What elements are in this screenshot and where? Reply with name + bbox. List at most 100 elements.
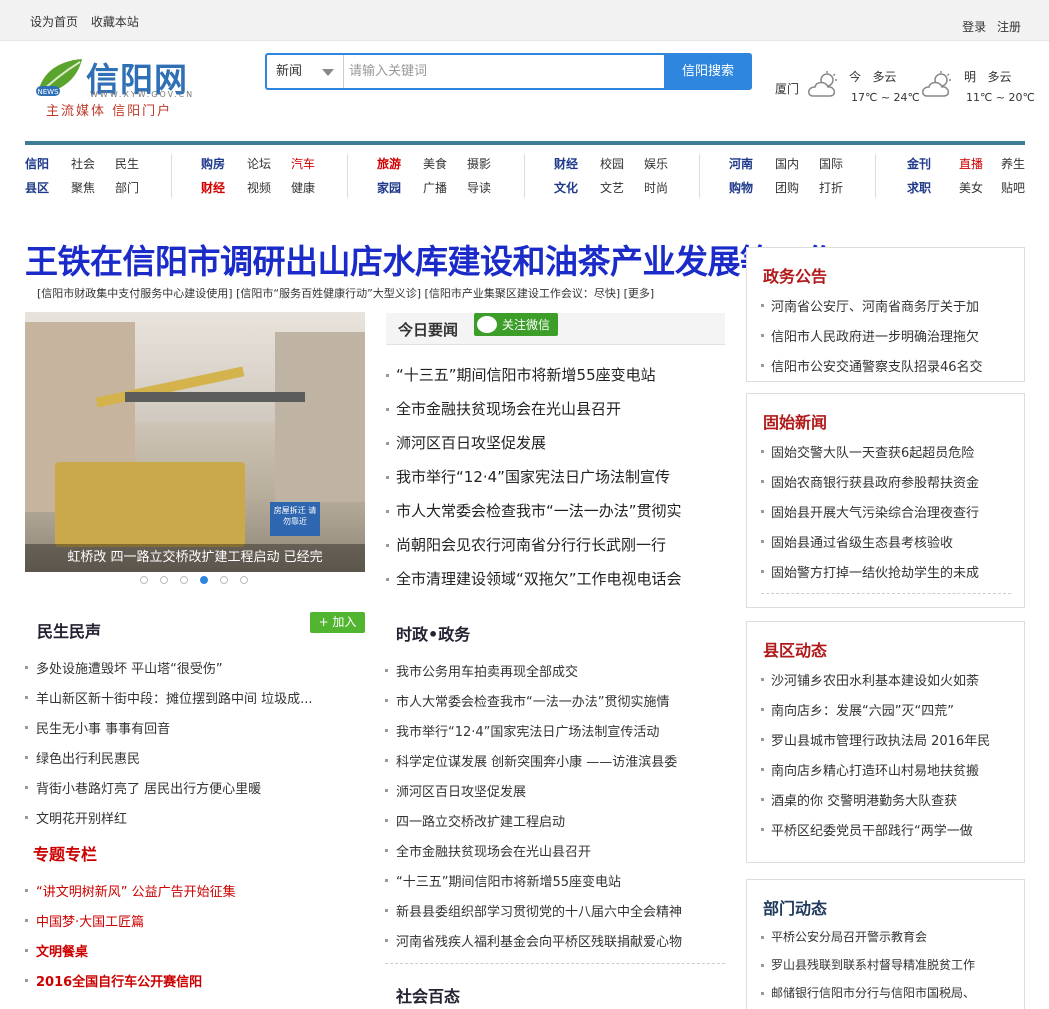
nav-link[interactable]: 美女 [959, 179, 983, 196]
county-news-item[interactable]: 平桥区纪委党员干部践行“两学一做 [761, 820, 1011, 850]
nav-link[interactable]: 社会 [71, 155, 95, 172]
bookmark-link[interactable]: 收藏本站 [91, 15, 139, 29]
nav-link[interactable]: 国际 [819, 155, 843, 172]
headline-sublinks[interactable]: [信阳市财政集中支付服务中心建设使用] [信阳市“服务百姓健康行动”大型义诊] … [37, 285, 654, 301]
today-news-item[interactable]: 尚朝阳会见农行河南省分行行长武刚一行 [385, 534, 725, 568]
gov-notice-item[interactable]: 河南省公安厅、河南省商务厅关于加 [761, 296, 1011, 326]
nav-link[interactable]: 摄影 [467, 155, 491, 172]
headline-title[interactable]: 王铁在信阳市调研出山店水库建设和油茶产业发展等工作 [25, 235, 838, 283]
slideshow-dot[interactable] [240, 576, 248, 584]
county-news-item[interactable]: 罗山县城市管理行政执法局 2016年民 [761, 730, 1011, 760]
nav-link[interactable]: 财经 [554, 155, 578, 172]
register-link[interactable]: 注册 [997, 20, 1021, 34]
nav-link[interactable]: 时尚 [644, 179, 668, 196]
site-logo[interactable]: NEWS 信阳网 WWW.XYW.GOV.CN 主流媒体 信阳门户 [34, 55, 204, 120]
today-news-item[interactable]: 全市金融扶贫现场会在光山县召开 [385, 398, 725, 432]
special-item[interactable]: 2016全国自行车公开赛信阳 [25, 971, 365, 1001]
politics-item[interactable]: “十三五”期间信阳市将新增55座变电站 [385, 871, 725, 901]
politics-item[interactable]: 四一路立交桥改扩建工程启动 [385, 811, 725, 841]
gushi-news-item[interactable]: 固始县通过省级生态县考核验收 [761, 532, 1011, 562]
gushi-news-item[interactable]: 固始警方打掉一结伙抢劫学生的未成 [761, 562, 1011, 592]
politics-item[interactable]: 全市金融扶贫现场会在光山县召开 [385, 841, 725, 871]
county-news-item[interactable]: 南向店乡：发展“六园”灭“四荒” [761, 700, 1011, 730]
slideshow-dot[interactable] [140, 576, 148, 584]
minsheng-item[interactable]: 民生无小事 事事有回音 [25, 718, 365, 748]
photo-slideshow[interactable]: 房屋拆迁 请勿靠近 虹桥改 四一路立交桥改扩建工程启动 已经完 [25, 312, 365, 572]
nav-link[interactable]: 购房 [201, 155, 225, 172]
today-news-item[interactable]: 市人大常委会检查我市“一法一办法”贯彻实 [385, 500, 725, 534]
nav-link[interactable]: 县区 [25, 179, 49, 196]
politics-item[interactable]: 我市举行“12·4”国家宪法日广场法制宣传活动 [385, 721, 725, 751]
nav-link[interactable]: 论坛 [247, 155, 271, 172]
nav-link[interactable]: 视频 [247, 179, 271, 196]
nav-link[interactable]: 文化 [554, 179, 578, 196]
gushi-news-item[interactable]: 固始县开展大气污染综合治理夜查行 [761, 502, 1011, 532]
nav-link[interactable]: 国内 [775, 155, 799, 172]
gushi-news-item[interactable]: 固始交警大队一天查获6起超员危险 [761, 442, 1011, 472]
nav-link[interactable]: 家园 [377, 179, 401, 196]
set-home-link[interactable]: 设为首页 [30, 15, 78, 29]
nav-link[interactable]: 财经 [201, 179, 225, 196]
nav-link[interactable]: 信阳 [25, 155, 49, 172]
nav-link[interactable]: 团购 [775, 179, 799, 196]
nav-link[interactable]: 健康 [291, 179, 315, 196]
politics-item[interactable]: 河南省残疾人福利基金会向平桥区残联捐献爱心物 [385, 931, 725, 961]
nav-link[interactable]: 民生 [115, 155, 139, 172]
today-news-item[interactable]: 我市举行“12·4”国家宪法日广场法制宣传 [385, 466, 725, 500]
slideshow-dot[interactable] [160, 576, 168, 584]
dept-news-item[interactable]: 平桥公安分局召开警示教育会 [761, 928, 1011, 956]
dept-news-item[interactable]: 罗山县残联到联系村督导精准脱贫工作 [761, 956, 1011, 984]
nav-link[interactable]: 直播 [959, 155, 983, 172]
search-button[interactable]: 信阳搜索 [664, 53, 752, 90]
nav-link[interactable]: 求职 [907, 179, 931, 196]
slide-caption[interactable]: 虹桥改 四一路立交桥改扩建工程启动 已经完 [25, 544, 365, 572]
nav-link[interactable]: 娱乐 [644, 155, 668, 172]
nav-link[interactable]: 贴吧 [1001, 179, 1025, 196]
nav-link[interactable]: 导读 [467, 179, 491, 196]
minsheng-item[interactable]: 羊山新区新十街中段：摊位摆到路中间 垃圾成... [25, 688, 365, 718]
minsheng-item[interactable]: 文明花开别样红 [25, 808, 365, 838]
nav-link[interactable]: 汽车 [291, 155, 315, 172]
minsheng-item[interactable]: 多处设施遭毁坏 平山塔“很受伤” [25, 658, 365, 688]
minsheng-item[interactable]: 绿色出行利民惠民 [25, 748, 365, 778]
gov-notice-item[interactable]: 信阳市公安交通警察支队招录46名交 [761, 356, 1011, 386]
politics-item[interactable]: 浉河区百日攻坚促发展 [385, 781, 725, 811]
nav-link[interactable]: 聚焦 [71, 179, 95, 196]
slideshow-dot[interactable] [200, 576, 208, 584]
county-news-item[interactable]: 沙河铺乡农田水利基本建设如火如荼 [761, 670, 1011, 700]
wechat-follow-button[interactable]: 关注微信 [474, 313, 558, 336]
login-link[interactable]: 登录 [962, 20, 986, 34]
special-item[interactable]: “讲文明树新风” 公益广告开始征集 [25, 881, 365, 911]
nav-link[interactable]: 养生 [1001, 155, 1025, 172]
special-item[interactable]: 文明餐桌 [25, 941, 365, 971]
today-news-item[interactable]: “十三五”期间信阳市将新增55座变电站 [385, 364, 725, 398]
politics-item[interactable]: 科学定位谋发展 创新突围奔小康 ——访淮滨县委 [385, 751, 725, 781]
special-item[interactable]: 中国梦·大国工匠篇 [25, 911, 365, 941]
nav-link[interactable]: 文艺 [600, 179, 624, 196]
gov-notice-item[interactable]: 信阳市人民政府进一步明确治理拖欠 [761, 326, 1011, 356]
gushi-news-item[interactable]: 固始农商银行获县政府参股帮扶资金 [761, 472, 1011, 502]
politics-item[interactable]: 我市公务用车拍卖再现全部成交 [385, 661, 725, 691]
slideshow-dot[interactable] [220, 576, 228, 584]
nav-link[interactable]: 广播 [423, 179, 447, 196]
nav-link[interactable]: 打折 [819, 179, 843, 196]
politics-item[interactable]: 新县县委组织部学习贯彻党的十八届六中全会精神 [385, 901, 725, 931]
slideshow-dot[interactable] [180, 576, 188, 584]
search-category-select[interactable]: 新闻 [267, 55, 344, 88]
county-news-item[interactable]: 酒桌的你 交警明港勤务大队查获 [761, 790, 1011, 820]
nav-link[interactable]: 金刊 [907, 155, 931, 172]
join-button[interactable]: + 加入 [310, 612, 365, 633]
dept-news-item[interactable]: 邮储银行信阳市分行与信阳市国税局、 [761, 984, 1011, 1009]
nav-link[interactable]: 旅游 [377, 155, 401, 172]
minsheng-item[interactable]: 背街小巷路灯亮了 居民出行方便心里暖 [25, 778, 365, 808]
county-news-item[interactable]: 南向店乡精心打造环山村易地扶贫搬 [761, 760, 1011, 790]
nav-link[interactable]: 河南 [729, 155, 753, 172]
today-news-item[interactable]: 浉河区百日攻坚促发展 [385, 432, 725, 466]
nav-link[interactable]: 部门 [115, 179, 139, 196]
today-news-item[interactable]: 全市清理建设领域“双拖欠”工作电视电话会 [385, 568, 725, 602]
nav-link[interactable]: 校园 [600, 155, 624, 172]
search-input[interactable] [345, 55, 665, 88]
nav-link[interactable]: 购物 [729, 179, 753, 196]
nav-link[interactable]: 美食 [423, 155, 447, 172]
politics-item[interactable]: 市人大常委会检查我市“一法一办法”贯彻实施情 [385, 691, 725, 721]
